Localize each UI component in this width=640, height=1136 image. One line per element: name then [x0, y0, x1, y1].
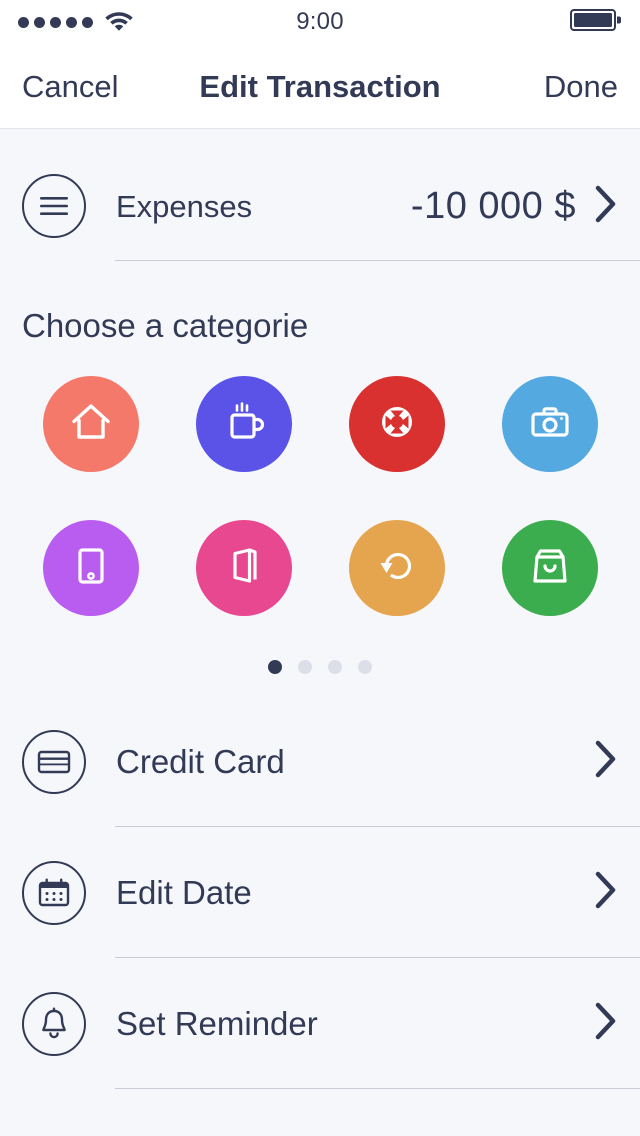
calendar-icon	[22, 860, 86, 925]
home-icon	[65, 396, 117, 453]
category-photo[interactable]	[501, 376, 598, 472]
page-dot-1[interactable]	[268, 660, 282, 674]
done-button[interactable]: Done	[544, 71, 618, 102]
options-list: Credit Card Edit Date Set Reminder	[0, 696, 640, 1089]
book-icon	[218, 540, 270, 597]
shopping-bag-icon	[524, 540, 576, 597]
bell-icon	[22, 991, 86, 1056]
page-dot-2[interactable]	[298, 660, 312, 674]
category-books[interactable]	[195, 520, 292, 616]
account-amount: -10 000 $	[410, 185, 576, 227]
account-row[interactable]: Expenses -10 000 $	[0, 151, 640, 261]
option-label-credit-card: Credit Card	[116, 743, 285, 780]
cancel-button[interactable]: Cancel	[22, 71, 119, 102]
option-row-right	[594, 871, 618, 914]
account-row-right: -10 000 $	[411, 185, 618, 228]
category-home[interactable]	[42, 376, 139, 472]
rotate-left-icon	[371, 540, 423, 597]
credit-card-icon	[22, 729, 86, 794]
account-section: Expenses -10 000 $	[0, 129, 640, 261]
account-label: Expenses	[116, 188, 253, 224]
status-bar-time: 9:00	[296, 8, 344, 35]
menu-lines-icon	[22, 174, 86, 238]
option-label-set-reminder: Set Reminder	[116, 1005, 318, 1042]
option-label-edit-date: Edit Date	[116, 874, 252, 911]
status-bar: 9:00	[0, 0, 640, 44]
option-row-edit-date[interactable]: Edit Date	[0, 827, 640, 958]
category-recurring[interactable]	[348, 520, 445, 616]
option-row-right	[594, 740, 618, 783]
coffee-mug-icon	[218, 396, 270, 453]
categories-heading: Choose a categorie	[22, 307, 309, 344]
chevron-right-icon[interactable]	[594, 740, 618, 783]
page-indicator	[0, 660, 640, 674]
chevron-right-icon[interactable]	[594, 185, 618, 228]
category-coffee[interactable]	[195, 376, 292, 472]
category-support[interactable]	[348, 376, 445, 472]
option-row-credit-card[interactable]: Credit Card	[0, 696, 640, 827]
chevron-right-icon[interactable]	[594, 1002, 618, 1045]
option-row-right	[594, 1002, 618, 1045]
page-dot-3[interactable]	[328, 660, 342, 674]
app-screen: 9:00 Cancel Edit Transaction Done Expens…	[0, 0, 640, 1136]
chevron-right-icon[interactable]	[594, 871, 618, 914]
category-shopping[interactable]	[501, 520, 598, 616]
option-row-set-reminder[interactable]: Set Reminder	[0, 958, 640, 1089]
lifebuoy-icon	[371, 396, 423, 453]
navigation-bar: Cancel Edit Transaction Done	[0, 44, 640, 129]
smartphone-icon	[65, 540, 117, 597]
page-dot-4[interactable]	[358, 660, 372, 674]
camera-icon	[524, 396, 576, 453]
category-grid	[0, 376, 640, 616]
category-mobile[interactable]	[42, 520, 139, 616]
